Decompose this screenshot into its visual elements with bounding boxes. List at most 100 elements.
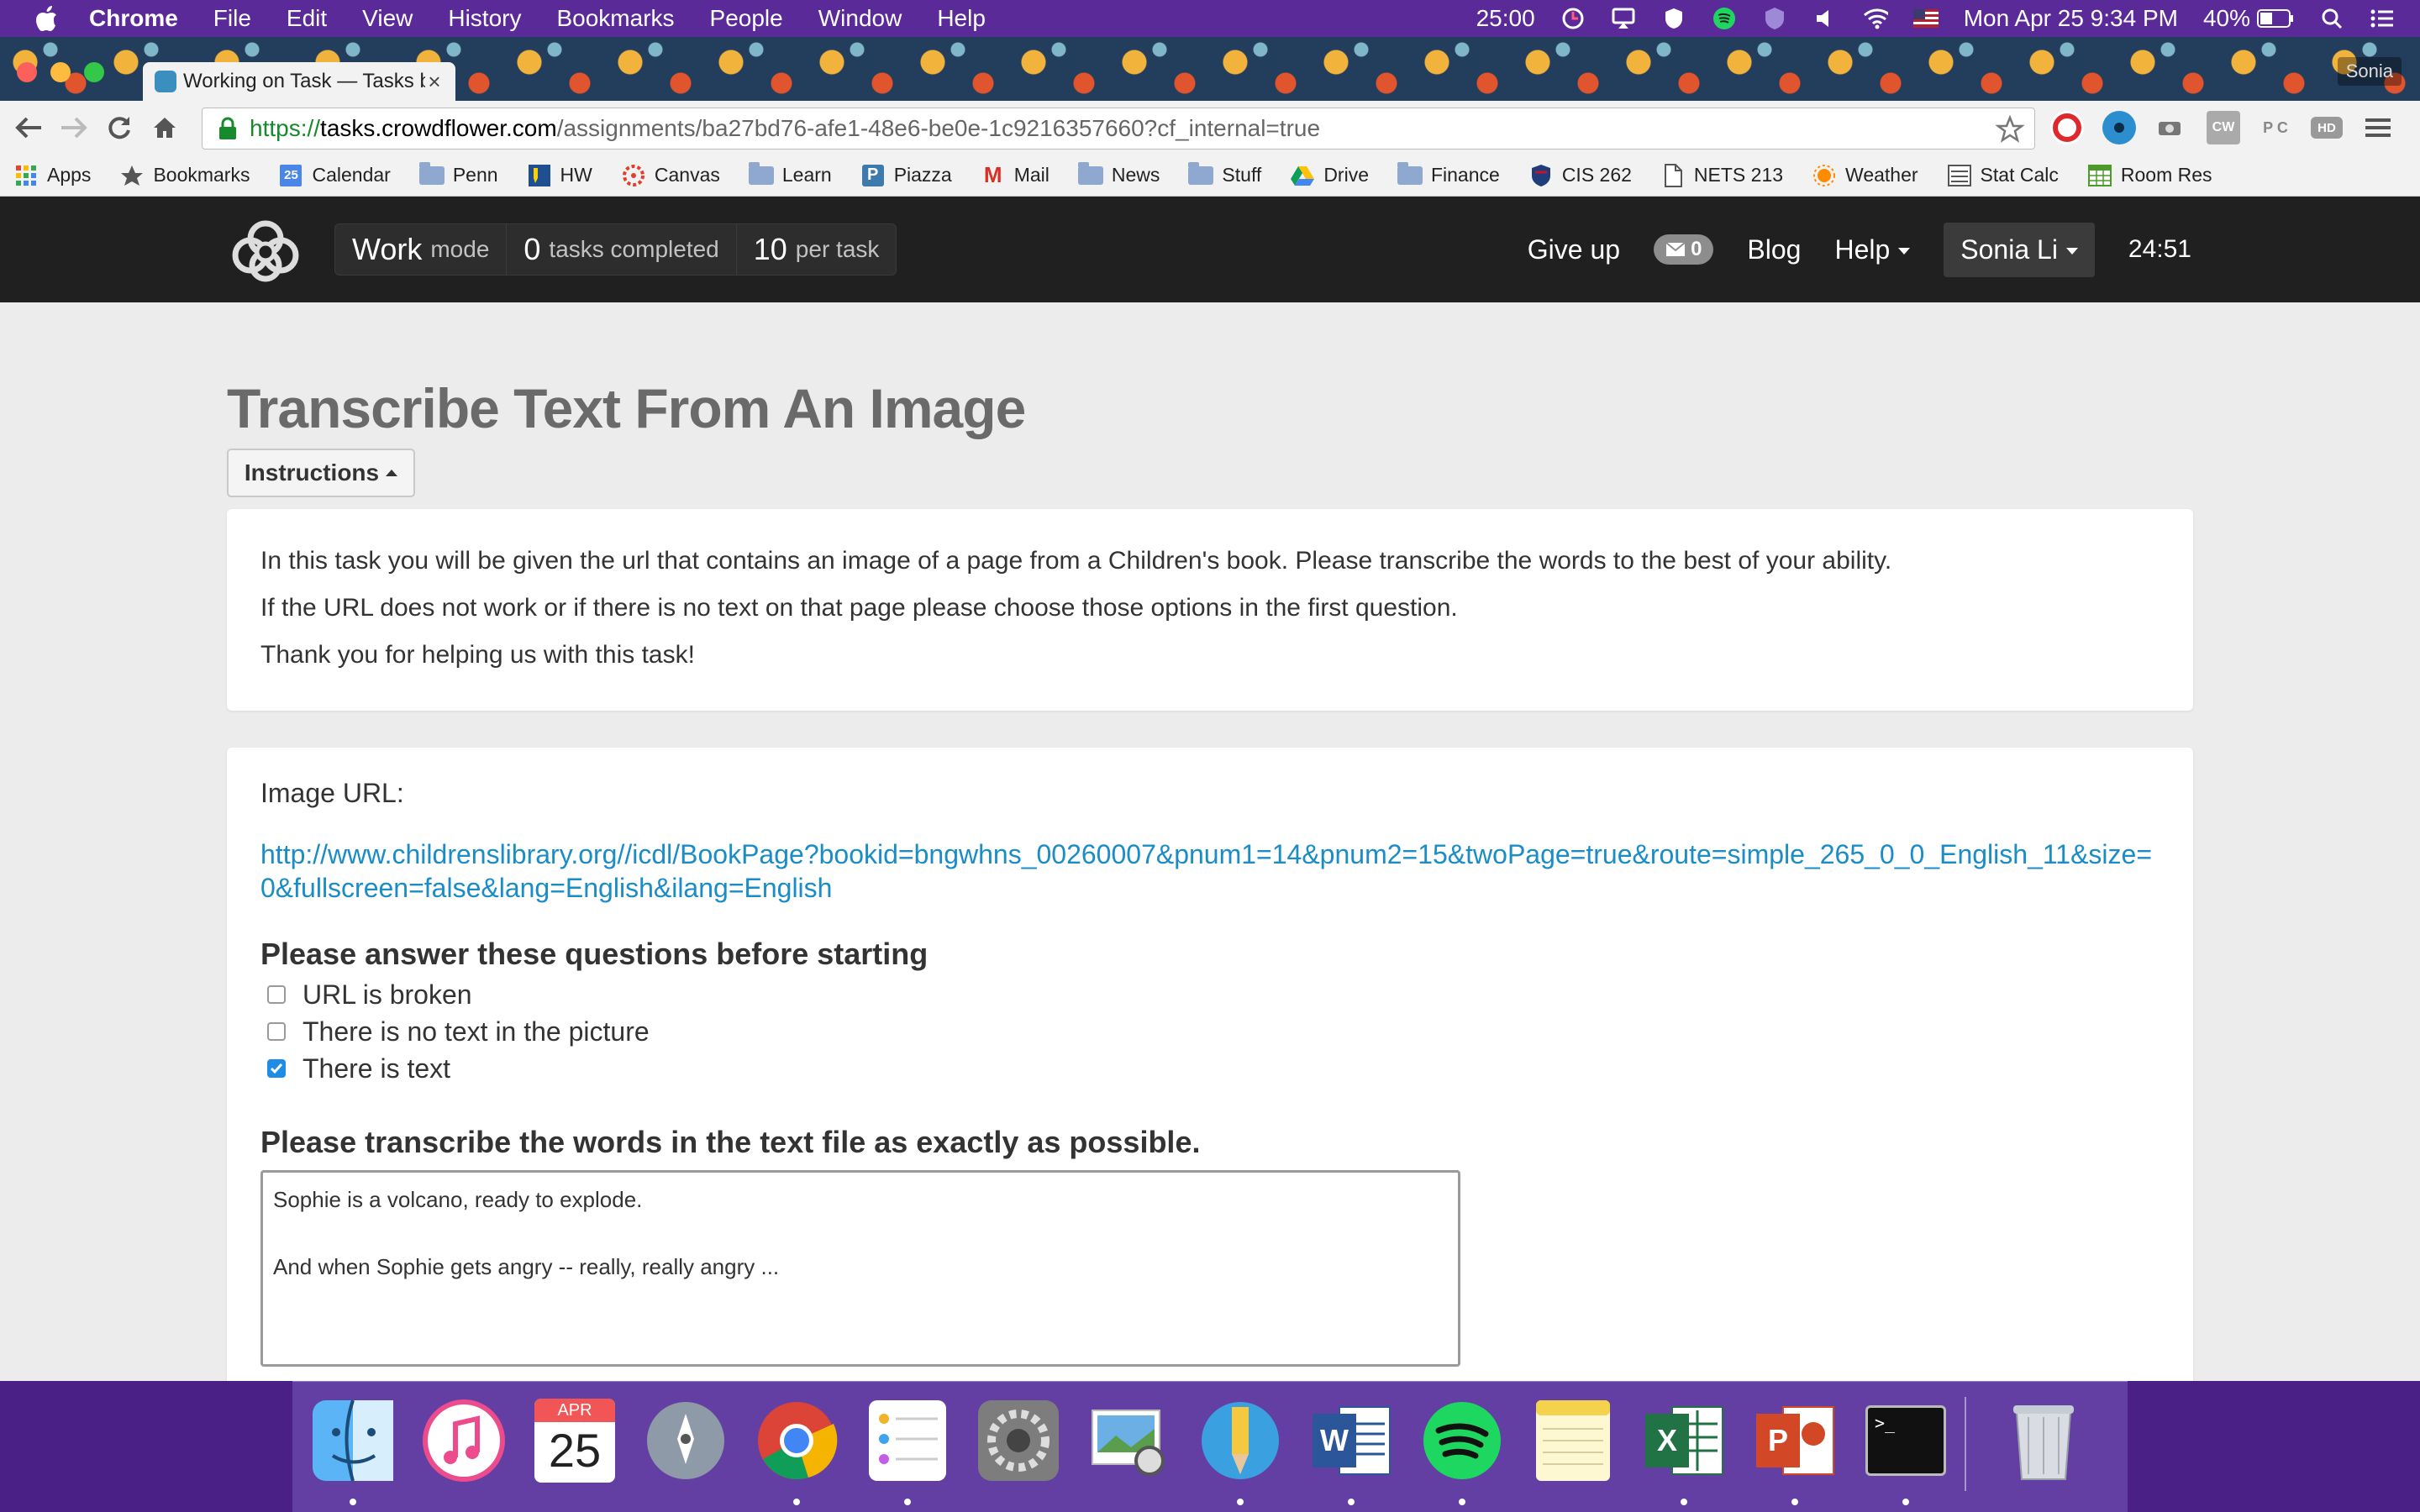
give-up-link[interactable]: Give up xyxy=(1528,234,1620,265)
pencil-app-icon[interactable] xyxy=(1195,1395,1286,1486)
option-no-text[interactable]: There is no text in the picture xyxy=(260,1016,2160,1047)
pomodoro-timer[interactable]: 25:00 xyxy=(1476,5,1535,32)
bookmark-stat-calc[interactable]: Stat Calc xyxy=(1947,164,2059,186)
notification-center-icon[interactable] xyxy=(2370,6,2395,31)
wifi-icon[interactable] xyxy=(1863,6,1888,31)
profile-button[interactable]: Sonia xyxy=(2337,57,2402,86)
menu-history[interactable]: History xyxy=(448,5,521,32)
pc-icon[interactable]: P C xyxy=(2259,111,2292,144)
transcription-textarea[interactable]: Sophie is a volcano, ready to explode. A… xyxy=(260,1170,1460,1367)
bookmark-hw[interactable]: HW xyxy=(527,164,592,186)
instruction-line: Thank you for helping us with this task! xyxy=(260,641,695,669)
tab-close-icon[interactable]: × xyxy=(425,69,444,95)
excel-icon[interactable]: X xyxy=(1639,1395,1729,1486)
preview-icon[interactable] xyxy=(1084,1395,1175,1486)
minimize-window-button[interactable] xyxy=(50,62,71,82)
close-window-button[interactable] xyxy=(17,62,37,82)
bookmark-weather[interactable]: Weather xyxy=(1812,164,1918,186)
bookmark-learn[interactable]: Learn xyxy=(748,161,832,186)
itunes-icon[interactable] xyxy=(418,1395,509,1486)
bookmark-bookmarks[interactable]: Bookmarks xyxy=(119,164,250,186)
checkbox-there-is-text[interactable] xyxy=(267,1059,286,1078)
menu-help[interactable]: Help xyxy=(937,5,986,32)
active-tab[interactable]: Working on Task — Tasks b × xyxy=(143,62,455,101)
secure-lock-icon[interactable] xyxy=(218,117,239,140)
menu-edit[interactable]: Edit xyxy=(287,5,327,32)
menu-app-name[interactable]: Chrome xyxy=(89,5,178,32)
bookmark-star-icon[interactable] xyxy=(1995,114,2025,144)
battery-percent[interactable]: 40% xyxy=(2203,5,2294,32)
reminders-icon[interactable] xyxy=(862,1395,953,1486)
bookmark-news[interactable]: News xyxy=(1077,161,1160,186)
vpn-shield-icon[interactable] xyxy=(1661,6,1686,31)
volume-icon[interactable] xyxy=(1812,6,1838,31)
bookmark-drive[interactable]: Drive xyxy=(1290,164,1369,186)
airplay-icon[interactable] xyxy=(1611,6,1636,31)
launchpad-icon[interactable] xyxy=(640,1395,731,1486)
hd-icon[interactable]: HD xyxy=(2311,117,2343,139)
crowdflower-favicon-icon xyxy=(155,71,176,92)
bookmark-piazza[interactable]: P Piazza xyxy=(860,164,952,186)
bookmarks-bar: Apps Bookmarks 25 Calendar Penn HW Canva… xyxy=(0,155,2420,197)
checkbox-no-text[interactable] xyxy=(267,1022,286,1041)
spotify-icon[interactable] xyxy=(1417,1395,1507,1486)
image-url-link[interactable]: http://www.childrenslibrary.org//icdl/Bo… xyxy=(260,837,2160,905)
bookmark-mail[interactable]: M Mail xyxy=(981,162,1050,187)
camera-icon[interactable] xyxy=(2154,111,2188,144)
bookmark-calendar[interactable]: 25 Calendar xyxy=(278,164,391,186)
bookmark-stuff[interactable]: Stuff xyxy=(1188,161,1261,186)
option-url-broken[interactable]: URL is broken xyxy=(260,979,2160,1010)
menu-people[interactable]: People xyxy=(710,5,783,32)
home-button[interactable] xyxy=(146,109,183,146)
piazza-icon: P xyxy=(860,164,886,186)
powerpoint-icon[interactable]: P xyxy=(1749,1395,1840,1486)
bookmark-nets213[interactable]: NETS 213 xyxy=(1660,163,1783,187)
menu-bookmarks[interactable]: Bookmarks xyxy=(556,5,674,32)
chevron-down-icon xyxy=(2065,248,2078,255)
menu-icon[interactable] xyxy=(2361,111,2395,144)
terminal-icon[interactable]: >_ xyxy=(1860,1395,1951,1486)
calendar-app-icon[interactable]: APR 25 xyxy=(529,1395,620,1486)
finder-icon[interactable] xyxy=(308,1395,398,1486)
back-button[interactable] xyxy=(10,109,47,146)
cw-icon[interactable]: CW xyxy=(2207,111,2240,144)
clock-datetime[interactable]: Mon Apr 25 9:34 PM xyxy=(1964,5,2178,32)
address-bar[interactable]: https://tasks.crowdflower.com/assignment… xyxy=(202,108,2035,150)
trash-icon[interactable] xyxy=(1998,1395,2089,1486)
spotify-menu-icon[interactable] xyxy=(1712,6,1737,31)
menu-window[interactable]: Window xyxy=(818,5,902,32)
menu-view[interactable]: View xyxy=(362,5,413,32)
option-there-is-text[interactable]: There is text xyxy=(260,1053,2160,1084)
chrome-icon[interactable] xyxy=(751,1395,842,1486)
privacy-badger-icon[interactable] xyxy=(1762,6,1787,31)
bookmark-canvas[interactable]: Canvas xyxy=(621,164,720,186)
eye-icon[interactable] xyxy=(2102,111,2136,144)
us-flag-icon[interactable] xyxy=(1912,6,1939,31)
calendar-day: 25 xyxy=(280,164,302,186)
word-icon[interactable]: W xyxy=(1306,1395,1397,1486)
zoom-window-button[interactable] xyxy=(84,62,104,82)
instructions-button-label: Instructions xyxy=(244,459,380,486)
help-menu[interactable]: Help xyxy=(1834,234,1911,265)
bookmark-room-res[interactable]: Room Res xyxy=(2087,164,2212,186)
instructions-toggle-button[interactable]: Instructions xyxy=(227,449,415,497)
envelope-icon xyxy=(1665,242,1686,256)
bookmark-finance[interactable]: Finance xyxy=(1397,161,1500,186)
user-menu[interactable]: Sonia Li xyxy=(1944,222,2095,277)
checkbox-url-broken[interactable] xyxy=(267,985,286,1004)
bookmark-cis262[interactable]: CIS 262 xyxy=(1528,164,1632,186)
menu-file[interactable]: File xyxy=(213,5,251,32)
bookmark-penn[interactable]: Penn xyxy=(418,161,498,186)
opera-icon[interactable] xyxy=(2050,111,2084,144)
blog-link[interactable]: Blog xyxy=(1747,234,1801,265)
notes-icon[interactable] xyxy=(1528,1395,1618,1486)
forward-button[interactable] xyxy=(55,109,92,146)
timer-icon[interactable] xyxy=(1560,6,1586,31)
system-preferences-icon[interactable] xyxy=(973,1395,1064,1486)
bookmark-apps[interactable]: Apps xyxy=(13,164,91,186)
messages-badge[interactable]: 0 xyxy=(1654,234,1714,265)
crowdflower-logo-icon[interactable] xyxy=(225,217,306,284)
apple-menu-icon[interactable] xyxy=(34,5,60,32)
spotlight-search-icon[interactable] xyxy=(2319,6,2344,31)
reload-button[interactable] xyxy=(101,109,138,146)
